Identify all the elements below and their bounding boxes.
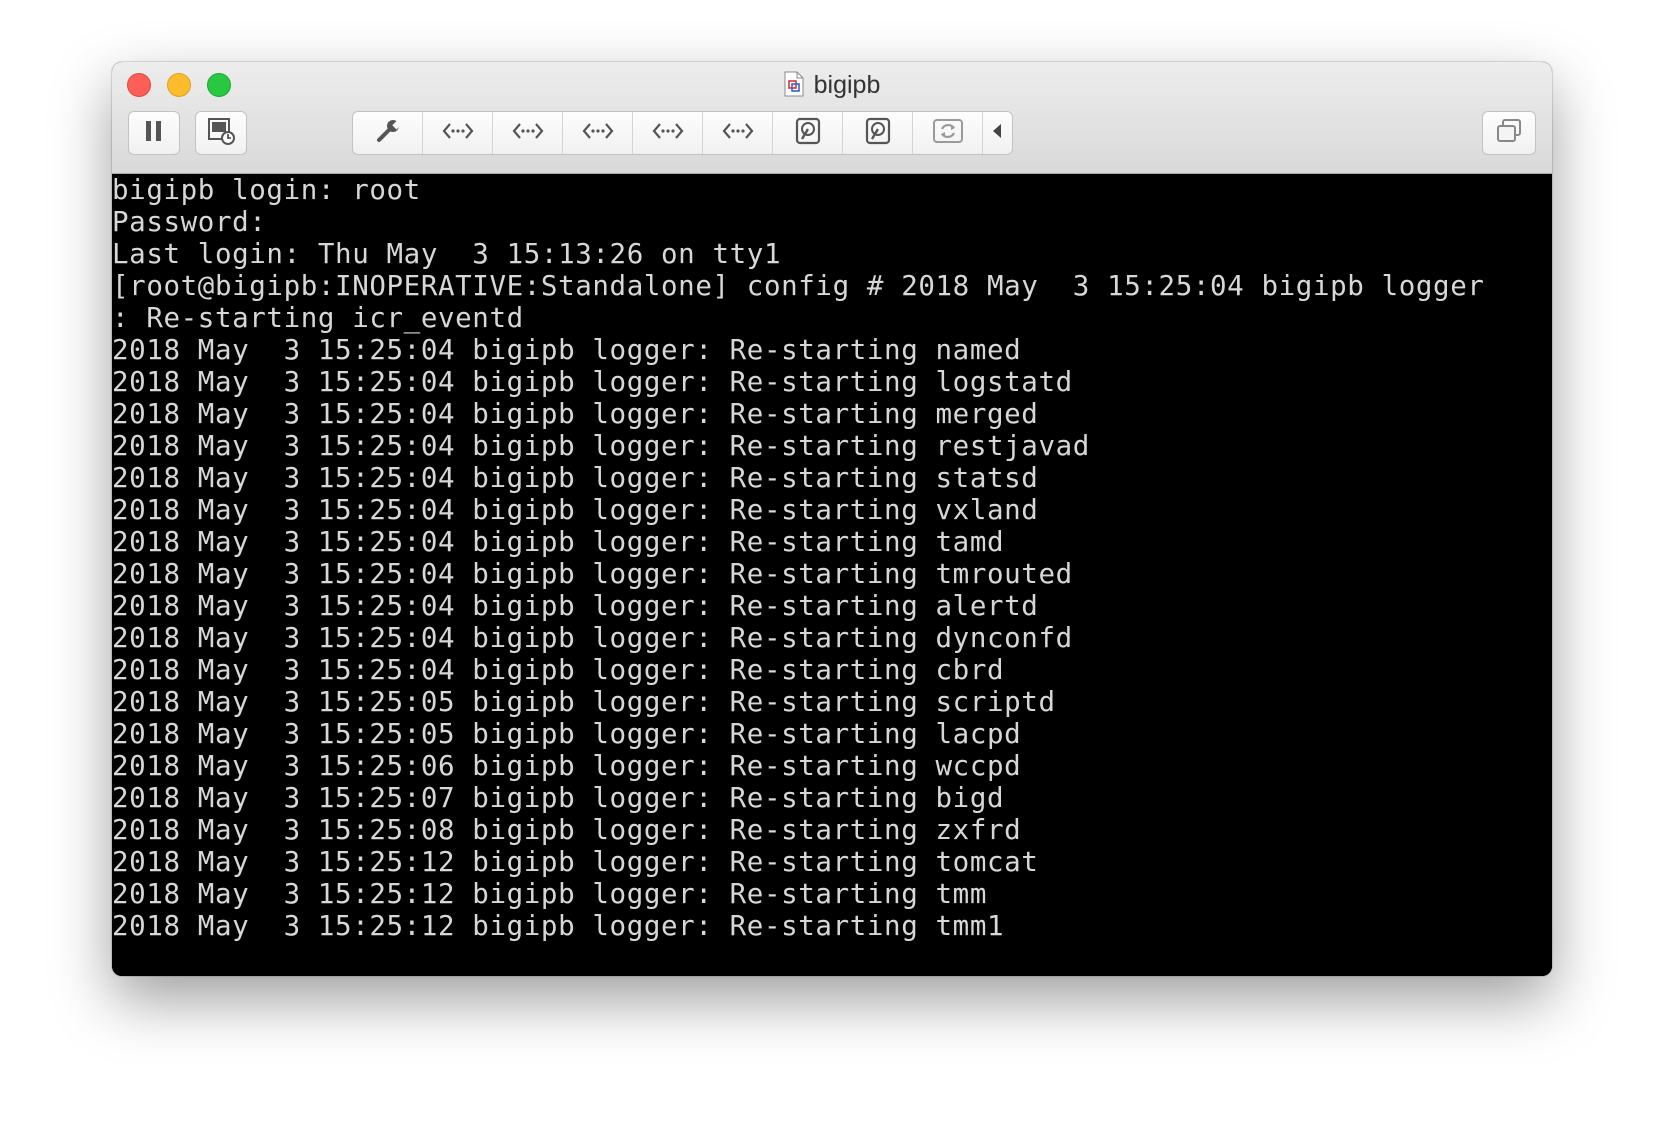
terminal-line: 2018 May 3 15:25:04 bigipb logger: Re-st… (112, 654, 1005, 686)
unity-icon (1495, 118, 1523, 149)
collapse-toolbar-button[interactable] (983, 112, 1011, 154)
terminal-line: : Re-starting icr_eventd (112, 302, 524, 334)
terminal-line: 2018 May 3 15:25:05 bigipb logger: Re-st… (112, 686, 1056, 718)
network-adapter-5-button[interactable] (703, 112, 773, 154)
hard-disk-1-button[interactable] (773, 112, 843, 154)
pause-button[interactable] (128, 111, 180, 155)
snapshot-icon (207, 117, 235, 150)
terminal-line: Last login: Thu May 3 15:13:26 on tty1 (112, 238, 782, 270)
network-adapter-3-button[interactable] (563, 112, 633, 154)
terminal-line: 2018 May 3 15:25:04 bigipb logger: Re-st… (112, 334, 1022, 366)
terminal-line: 2018 May 3 15:25:04 bigipb logger: Re-st… (112, 462, 1039, 494)
terminal-line: 2018 May 3 15:25:04 bigipb logger: Re-st… (112, 622, 1073, 654)
terminal-line: 2018 May 3 15:25:08 bigipb logger: Re-st… (112, 814, 1022, 846)
unity-view-button[interactable] (1482, 111, 1536, 155)
terminal-line: 2018 May 3 15:25:04 bigipb logger: Re-st… (112, 558, 1073, 590)
pause-icon (143, 119, 165, 148)
network-adapter-icon (512, 121, 544, 146)
terminal-line: 2018 May 3 15:25:12 bigipb logger: Re-st… (112, 910, 1005, 942)
sync-icon (932, 117, 963, 150)
hard-disk-icon (795, 117, 821, 150)
window-title: bigipb (813, 71, 881, 99)
terminal-line: 2018 May 3 15:25:07 bigipb logger: Re-st… (112, 782, 1005, 814)
hard-disk-2-button[interactable] (843, 112, 913, 154)
terminal-line: 2018 May 3 15:25:04 bigipb logger: Re-st… (112, 526, 1005, 558)
terminal-line: bigipb login: root (112, 174, 421, 206)
vm-document-icon (784, 71, 804, 97)
network-adapter-icon (582, 121, 614, 146)
terminal-line: [root@bigipb:INOPERATIVE:Standalone] con… (112, 270, 1485, 302)
wrench-icon (374, 117, 402, 150)
chevron-left-icon (991, 123, 1003, 144)
terminal-line: 2018 May 3 15:25:04 bigipb logger: Re-st… (112, 398, 1039, 430)
terminal-line: 2018 May 3 15:25:04 bigipb logger: Re-st… (112, 430, 1090, 462)
network-adapter-2-button[interactable] (493, 112, 563, 154)
terminal-console[interactable]: bigipb login: root Password: Last login: T… (112, 174, 1552, 976)
window-title-area: bigipb (112, 70, 1552, 100)
title-bar[interactable]: bigipb (112, 62, 1552, 174)
network-adapter-4-button[interactable] (633, 112, 703, 154)
terminal-line: 2018 May 3 15:25:06 bigipb logger: Re-st… (112, 750, 1022, 782)
terminal-line: 2018 May 3 15:25:05 bigipb logger: Re-st… (112, 718, 1022, 750)
network-adapter-1-button[interactable] (423, 112, 493, 154)
terminal-line: 2018 May 3 15:25:04 bigipb logger: Re-st… (112, 366, 1073, 398)
terminal-line: Password: (112, 206, 267, 238)
snapshot-button[interactable] (195, 111, 247, 155)
terminal-line: 2018 May 3 15:25:12 bigipb logger: Re-st… (112, 878, 987, 910)
vm-window: bigipb bigipb login: root Password: Last… (112, 62, 1552, 976)
network-adapter-icon (442, 121, 474, 146)
network-adapter-icon (722, 121, 754, 146)
device-toolbar (352, 111, 1013, 155)
terminal-line: 2018 May 3 15:25:04 bigipb logger: Re-st… (112, 494, 1039, 526)
hard-disk-icon (865, 117, 891, 150)
terminal-prompt-line (112, 942, 1552, 974)
settings-button[interactable] (353, 112, 423, 154)
sync-button[interactable] (913, 112, 983, 154)
terminal-line: 2018 May 3 15:25:12 bigipb logger: Re-st… (112, 846, 1039, 878)
network-adapter-icon (652, 121, 684, 146)
terminal-line: 2018 May 3 15:25:04 bigipb logger: Re-st… (112, 590, 1039, 622)
